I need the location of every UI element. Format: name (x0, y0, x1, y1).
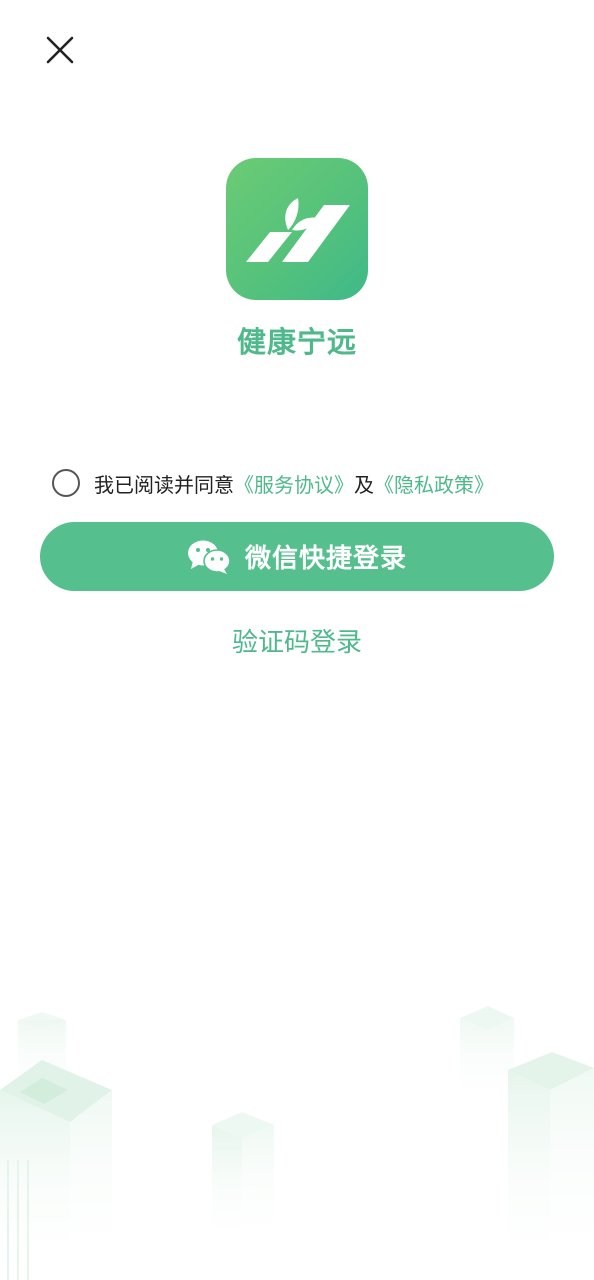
agreement-row: 我已阅读并同意 《服务协议》 及 《隐私政策》 (52, 466, 494, 500)
close-icon (46, 36, 74, 64)
background-city-illustration (0, 1006, 594, 1280)
agreement-prefix: 我已阅读并同意 (94, 472, 234, 497)
agreement-conjunction: 及 (354, 472, 374, 497)
app-name: 健康宁远 (236, 325, 357, 359)
app-logo (226, 158, 368, 300)
wechat-icon (187, 540, 231, 574)
agreement-checkbox[interactable] (52, 469, 80, 497)
wechat-login-button[interactable]: 微信快捷登录 (40, 522, 554, 591)
sms-code-login-link[interactable]: 验证码登录 (0, 624, 594, 662)
wechat-login-label: 微信快捷登录 (244, 544, 407, 574)
close-button[interactable] (38, 28, 82, 72)
privacy-policy-link[interactable]: 《隐私政策》 (374, 469, 494, 498)
service-agreement-link[interactable]: 《服务协议》 (234, 469, 354, 498)
leaf-logo-icon (246, 198, 350, 262)
